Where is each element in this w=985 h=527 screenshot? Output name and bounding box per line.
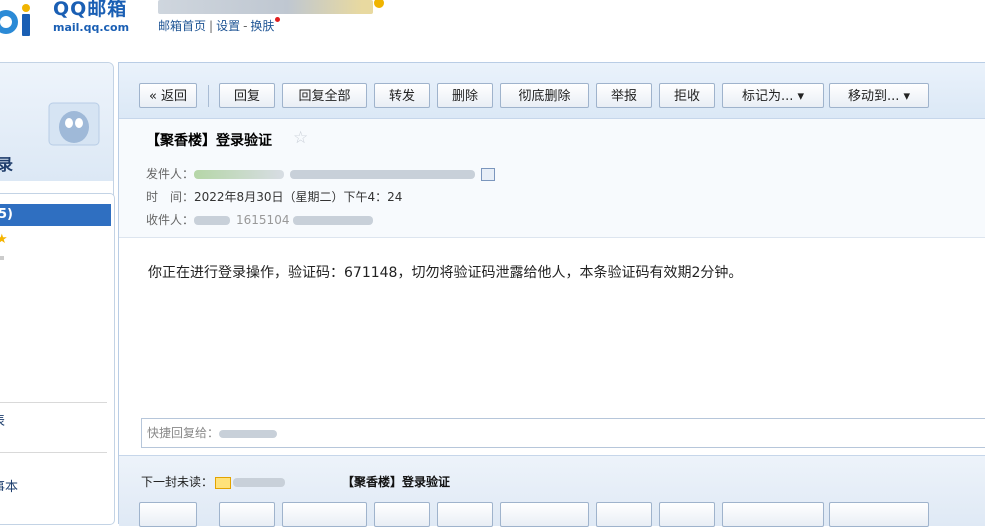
brand-name[interactable]: QQ邮箱 bbox=[53, 0, 127, 21]
brand-domain: mail.qq.com bbox=[53, 21, 130, 34]
recipient-more-blurred bbox=[293, 216, 374, 225]
divider bbox=[0, 452, 107, 453]
time-label: 时 间： bbox=[146, 190, 195, 204]
penguin-icon bbox=[48, 102, 100, 146]
separator: - bbox=[243, 19, 248, 33]
contact-card-icon[interactable] bbox=[481, 168, 496, 181]
delete-forever-button-bottom[interactable] bbox=[500, 502, 589, 527]
next-unread-row[interactable]: 下一封未读： bbox=[141, 473, 286, 490]
change-skin-link[interactable]: 换肤 bbox=[250, 19, 274, 33]
reply-button[interactable]: 回复 bbox=[219, 83, 275, 108]
sender-row: 发件人： bbox=[146, 165, 496, 182]
sidebar-item-a[interactable]: 表 bbox=[0, 410, 5, 429]
envelope-icon bbox=[215, 476, 232, 489]
next-sender-blurred bbox=[233, 478, 286, 487]
sidebar: 录 5) ★ 表 事本 bbox=[0, 62, 115, 525]
sidebar-write-label[interactable]: 录 bbox=[0, 151, 13, 175]
next-unread-bar: 下一封未读： 【聚香楼】登录验证 bbox=[119, 455, 985, 527]
mail-subject: 【聚香楼】登录验证 bbox=[146, 133, 272, 149]
mark-as-dropdown-bottom[interactable] bbox=[722, 502, 824, 527]
mail-view: « 返回 回复 回复全部 转发 删除 彻底删除 举报 拒收 标记为... ▾ 移… bbox=[118, 62, 985, 527]
separator: | bbox=[209, 19, 214, 33]
divider bbox=[0, 402, 107, 403]
quick-reply-label: 快捷回复给： bbox=[147, 426, 220, 440]
move-to-dropdown-bottom[interactable] bbox=[829, 502, 929, 527]
notification-dot-icon bbox=[275, 17, 281, 22]
quick-reply-input[interactable]: 快捷回复给： bbox=[141, 418, 985, 448]
forward-button-bottom[interactable] bbox=[374, 502, 430, 527]
time-value: 2022年8月30日（星期二）下午4：24 bbox=[194, 190, 403, 204]
divider bbox=[208, 85, 209, 107]
sidebar-item-inbox[interactable]: 5) bbox=[0, 204, 111, 226]
reply-all-button-bottom[interactable] bbox=[282, 502, 367, 527]
reject-button[interactable]: 拒收 bbox=[659, 83, 715, 108]
report-button-bottom[interactable] bbox=[596, 502, 652, 527]
mark-as-dropdown[interactable]: 标记为... ▾ bbox=[722, 83, 824, 108]
delete-forever-button[interactable]: 彻底删除 bbox=[500, 83, 589, 108]
sender-name-blurred[interactable] bbox=[194, 170, 285, 179]
mail-home-link[interactable]: 邮箱首页 bbox=[158, 19, 206, 33]
top-links: 邮箱首页 | 设置 - 换肤 bbox=[158, 17, 281, 34]
qq-mail-logo-icon[interactable] bbox=[0, 2, 46, 38]
folder-panel: 5) ★ 表 事本 bbox=[0, 193, 115, 525]
forward-button[interactable]: 转发 bbox=[374, 83, 430, 108]
back-button-bottom[interactable] bbox=[139, 502, 197, 527]
header: QQ邮箱 mail.qq.com 邮箱首页 | 设置 - 换肤 bbox=[0, 0, 985, 58]
user-badge-icon bbox=[374, 0, 384, 8]
delete-button-bottom[interactable] bbox=[437, 502, 493, 527]
star-icon[interactable]: ☆ bbox=[293, 128, 308, 148]
reply-all-button[interactable]: 回复全部 bbox=[282, 83, 367, 108]
user-account-blurred bbox=[158, 0, 373, 14]
recipient-name-blurred bbox=[194, 216, 231, 225]
reject-button-bottom[interactable] bbox=[659, 502, 715, 527]
toolbar: « 返回 回复 回复全部 转发 删除 彻底删除 举报 拒收 标记为... ▾ 移… bbox=[119, 63, 985, 119]
mail-body: 你正在进行登录操作，验证码：671148，切勿将验证码泄露给他人，本条验证码有效… bbox=[148, 265, 743, 281]
bullet-icon bbox=[0, 256, 4, 260]
back-button[interactable]: « 返回 bbox=[139, 83, 197, 108]
time-row: 时 间：2022年8月30日（星期二）下午4：24 bbox=[146, 188, 402, 205]
sidebar-top: 录 bbox=[0, 63, 113, 181]
star-icon[interactable]: ★ bbox=[0, 232, 8, 247]
move-to-dropdown[interactable]: 移动到... ▾ bbox=[829, 83, 929, 108]
quick-reply-recipient-blurred bbox=[219, 429, 278, 438]
delete-button[interactable]: 删除 bbox=[437, 83, 493, 108]
report-button[interactable]: 举报 bbox=[596, 83, 652, 108]
settings-link[interactable]: 设置 bbox=[216, 19, 240, 33]
next-unread-label: 下一封未读： bbox=[141, 475, 214, 489]
mail-header: 【聚香楼】登录验证 ☆ 发件人： 时 间：2022年8月30日（星期二）下午4：… bbox=[119, 119, 985, 238]
next-unread-subject[interactable]: 【聚香楼】登录验证 bbox=[342, 473, 450, 490]
recipient-row: 收件人： 1615104 bbox=[146, 211, 374, 228]
sender-address-blurred bbox=[290, 170, 476, 179]
reply-button-bottom[interactable] bbox=[219, 502, 275, 527]
recipient-address: 1615104 bbox=[236, 213, 290, 227]
to-label: 收件人： bbox=[146, 213, 195, 227]
sidebar-item-notepad[interactable]: 事本 bbox=[0, 476, 18, 495]
from-label: 发件人： bbox=[146, 167, 195, 181]
